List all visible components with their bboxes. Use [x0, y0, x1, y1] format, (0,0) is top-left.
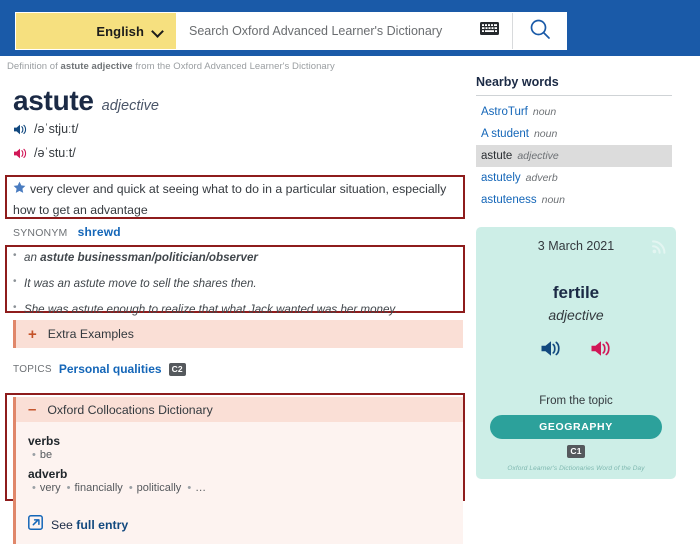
- collocation-words: • be: [32, 449, 53, 461]
- minus-icon: –: [28, 401, 37, 418]
- synonym-row: SYNONYM shrewd: [13, 225, 121, 239]
- word-of-the-day-topic-button[interactable]: GEOGRAPHY: [490, 415, 662, 439]
- topics-row: TOPICS Personal qualities C2: [13, 362, 186, 376]
- cefr-badge: C1: [567, 445, 585, 458]
- topic-link[interactable]: Personal qualities: [59, 362, 162, 376]
- example-text-plain: an: [24, 251, 41, 264]
- star-icon: [13, 181, 26, 201]
- keyboard-icon: [479, 22, 499, 40]
- word-of-the-day-from-label: From the topic: [539, 395, 613, 407]
- collocations-toggle[interactable]: – Oxford Collocations Dictionary: [16, 397, 463, 422]
- nearby-word-pos: noun: [533, 128, 558, 140]
- definition-block: very clever and quick at seeing what to …: [13, 180, 459, 220]
- examples-list: an astute businessman/politician/observe…: [13, 249, 453, 327]
- sidebar: Nearby words AstroTurf noun A student no…: [476, 75, 682, 479]
- collocations-body: verbs • be adverb • very • financially • polit…: [16, 422, 463, 506]
- nearby-word: AstroTurf: [481, 106, 528, 118]
- ipa-us: /əˈstuːt/: [34, 146, 76, 160]
- collocation-word[interactable]: be: [40, 449, 52, 461]
- nearby-word-item[interactable]: astuteness noun: [476, 189, 682, 211]
- example-item: It was an astute move to sell the shares…: [13, 275, 453, 293]
- nearby-word-pos: noun: [532, 106, 557, 118]
- example-item: an astute businessman/politician/observe…: [13, 249, 453, 267]
- entry-column: astute adjective /əˈstjuːt/ /əˈstuːt/ ve…: [0, 80, 470, 560]
- word-of-the-day-cefr-wrap: C1: [476, 445, 676, 458]
- nearby-word-item[interactable]: A student noun: [476, 123, 682, 145]
- collocation-word[interactable]: financially: [75, 482, 123, 494]
- word-of-the-day-word[interactable]: fertile: [476, 283, 676, 303]
- headword: astute: [13, 85, 94, 116]
- search-submit-button[interactable]: [512, 13, 566, 49]
- extra-examples-toggle[interactable]: + Extra Examples: [13, 320, 463, 348]
- nearby-word-pos: adjective: [517, 150, 559, 162]
- nearby-word: astute: [481, 150, 513, 162]
- speaker-icon-uk[interactable]: [540, 339, 562, 363]
- word-of-the-day-date: 3 March 2021: [537, 239, 615, 253]
- breadcrumb-prefix: Definition of: [7, 61, 58, 72]
- collocation-word-more[interactable]: …: [195, 482, 206, 494]
- definition-text: very clever and quick at seeing what to …: [13, 182, 447, 217]
- nearby-word: A student: [481, 128, 529, 140]
- ipa-uk: /əˈstjuːt/: [34, 122, 79, 136]
- nearby-word-item[interactable]: astutely adverb: [476, 167, 682, 189]
- chevron-down-icon: [153, 26, 164, 37]
- collocation-category: adverb: [28, 467, 68, 481]
- extra-examples-label: Extra Examples: [47, 327, 134, 341]
- collocation-word[interactable]: politically: [137, 482, 182, 494]
- nearby-word: astuteness: [481, 194, 537, 206]
- nearby-word-item-current[interactable]: astute adjective: [476, 145, 672, 167]
- example-item: She was astute enough to realize that wh…: [13, 301, 453, 319]
- nearby-words-title: Nearby words: [476, 75, 672, 96]
- pronunciation-us: /əˈstuːt/: [13, 146, 76, 160]
- full-entry-link-label: full entry: [76, 518, 129, 532]
- full-entry-text: See full entry: [51, 518, 128, 532]
- full-entry-prefix: See: [51, 518, 77, 532]
- see-full-entry-link[interactable]: See full entry: [13, 506, 463, 544]
- collocations-panel: – Oxford Collocations Dictionary verbs •…: [13, 397, 463, 506]
- breadcrumb-term: astute adjective: [60, 61, 133, 72]
- language-label: English: [96, 23, 144, 39]
- part-of-speech: adjective: [101, 98, 159, 114]
- word-of-the-day-speakers: [476, 339, 676, 363]
- synonym-word[interactable]: shrewd: [78, 225, 121, 239]
- search-icon: [529, 18, 551, 45]
- example-text-bold: astute businessman/politician/observer: [40, 251, 258, 264]
- nearby-word: astutely: [481, 172, 521, 184]
- speaker-icon-us[interactable]: [590, 339, 612, 363]
- cefr-badge: C2: [168, 362, 186, 376]
- search-input[interactable]: [187, 23, 466, 39]
- nearby-words-list: AstroTurf noun A student noun astute adj…: [476, 101, 682, 211]
- virtual-keyboard-button[interactable]: [466, 13, 512, 49]
- breadcrumb-suffix: from the Oxford Advanced Learner's Dicti…: [135, 61, 335, 72]
- search-bar: English: [15, 12, 567, 50]
- example-text-plain: It was an astute move to sell the shares…: [24, 276, 257, 290]
- collocation-words: • very • financially • politically •…: [32, 482, 207, 494]
- collocations-title: Oxford Collocations Dictionary: [47, 402, 213, 417]
- site-header: English: [0, 0, 700, 56]
- external-link-icon: [28, 515, 43, 535]
- example-text-plain: She was astute enough to realize that wh…: [24, 302, 398, 316]
- word-of-the-day-pos: adjective: [548, 307, 604, 323]
- search-input-wrapper[interactable]: [176, 13, 466, 49]
- nearby-word-pos: adverb: [525, 172, 558, 184]
- nearby-word-item[interactable]: AstroTurf noun: [476, 101, 682, 123]
- word-of-the-day-card: 3 March 2021 fertile adjective From the …: [476, 227, 676, 479]
- topics-label: TOPICS: [13, 363, 52, 375]
- nearby-word-pos: noun: [541, 194, 565, 206]
- collocation-category: verbs: [28, 434, 61, 448]
- synonym-label: SYNONYM: [13, 227, 68, 239]
- plus-icon: +: [28, 325, 37, 343]
- speaker-icon-us[interactable]: [13, 147, 28, 160]
- breadcrumb: Definition of astute adjective from the …: [7, 61, 335, 72]
- speaker-icon-uk[interactable]: [13, 123, 28, 136]
- word-of-the-day-footer: Oxford Learner's Dictionaries Word of th…: [507, 465, 645, 472]
- pronunciation-uk: /əˈstjuːt/: [13, 122, 78, 136]
- rss-icon[interactable]: [652, 239, 667, 259]
- collocation-word[interactable]: very: [40, 482, 61, 494]
- language-selector[interactable]: English: [16, 13, 176, 49]
- entry-header: astute adjective: [13, 85, 159, 117]
- dictionary-page: English Search Oxford Advanced Learner's…: [0, 0, 700, 560]
